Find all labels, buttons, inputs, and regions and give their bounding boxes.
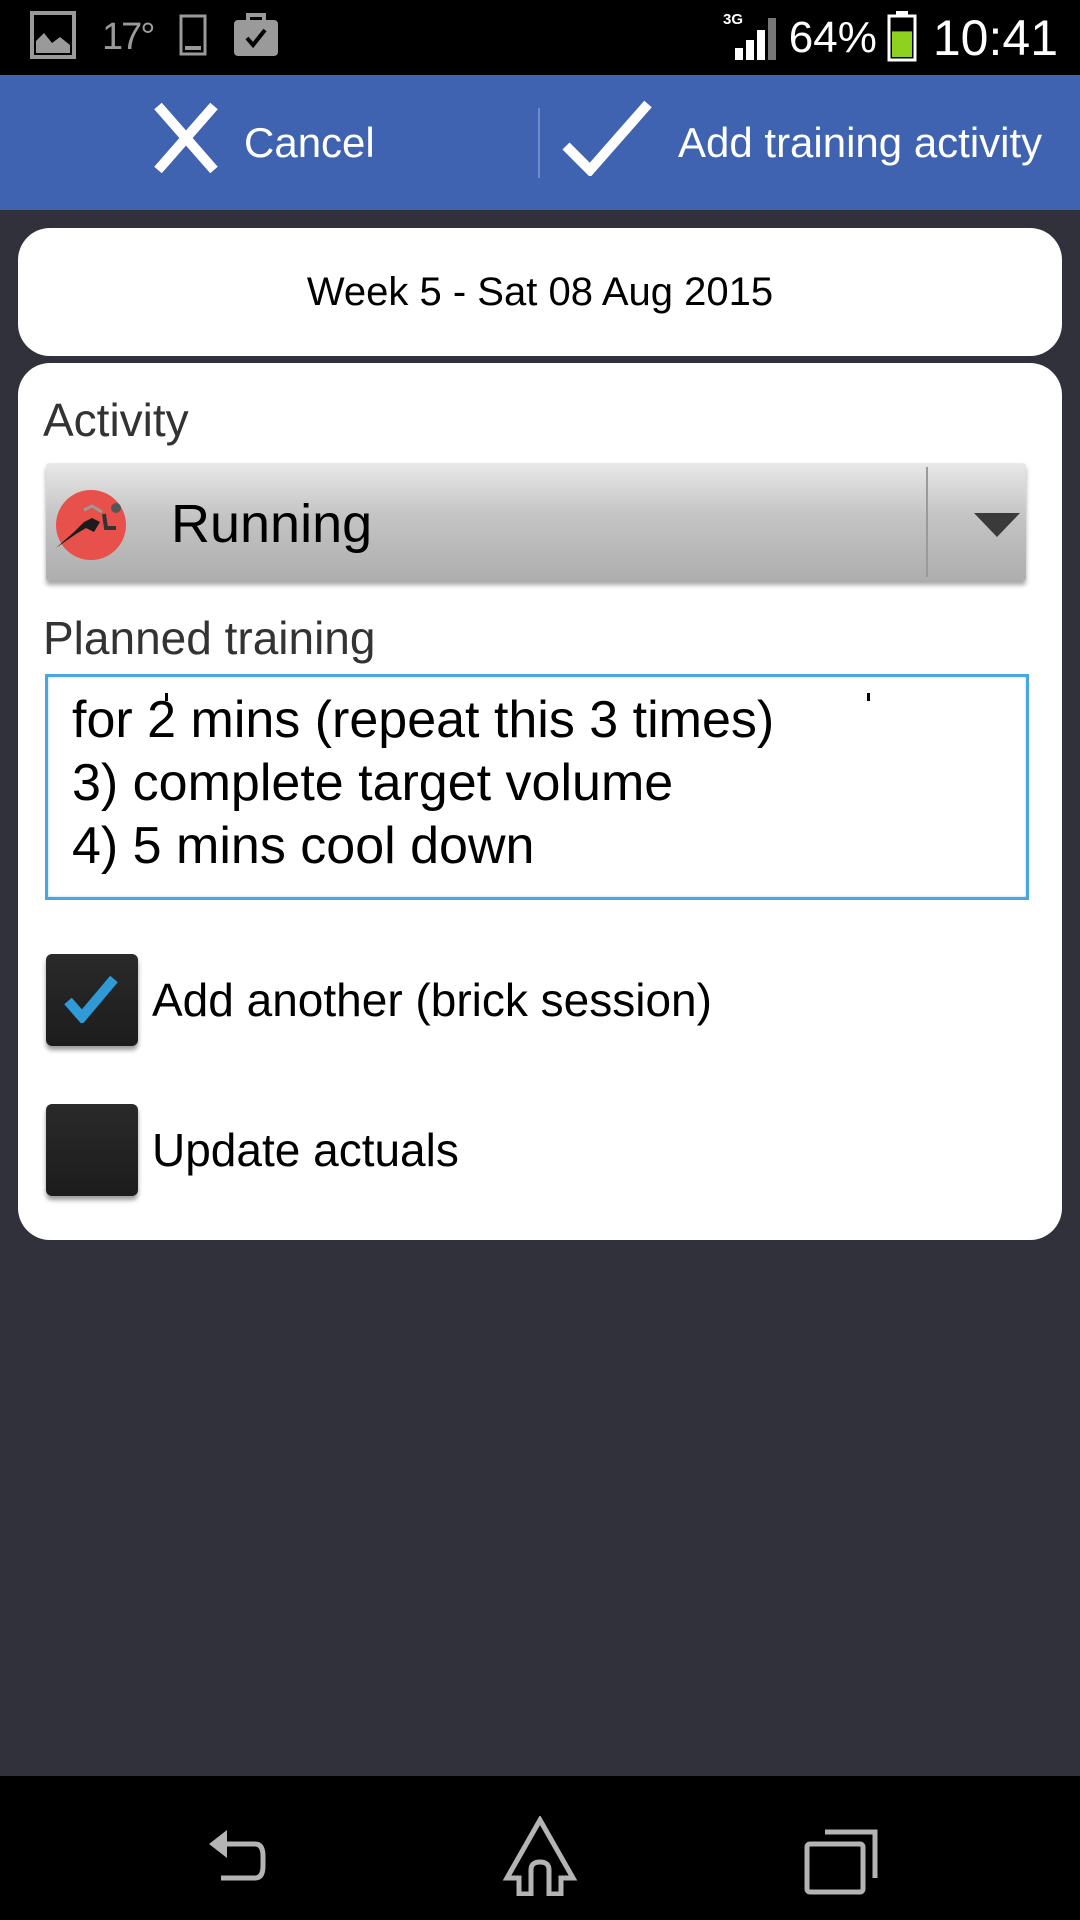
planned-training-textarea[interactable]: for 2 mins (repeat this 3 times) 3) comp… — [45, 674, 1029, 900]
add-another-label: Add another (brick session) — [152, 974, 712, 1026]
gallery-icon — [30, 10, 76, 64]
clipped-line-fragment — [867, 693, 870, 701]
add-another-checkbox[interactable] — [46, 954, 138, 1046]
activity-dropdown[interactable]: Running — [46, 463, 1026, 581]
planned-training-label: Planned training — [43, 612, 376, 664]
back-button[interactable] — [195, 1816, 285, 1896]
date-header-card: Week 5 - Sat 08 Aug 2015 — [18, 228, 1062, 356]
week-date-text: Week 5 - Sat 08 Aug 2015 — [306, 269, 774, 314]
action-bar: Cancel Add training activity — [0, 75, 1080, 210]
recent-apps-button[interactable] — [795, 1816, 885, 1896]
back-icon — [195, 1830, 285, 1900]
home-button[interactable] — [495, 1814, 585, 1897]
add-training-activity-label: Add training activity — [678, 118, 1043, 166]
status-bar: 17° 3G 64% 10:41 — [0, 0, 1080, 75]
add-another-brick-session-row[interactable]: Add another (brick session) — [46, 950, 712, 1050]
checkbox-checked-icon — [64, 973, 120, 1028]
update-actuals-row[interactable]: Update actuals — [46, 1100, 459, 1200]
system-nav-bar — [0, 1776, 1080, 1920]
signal-3g-icon: 3G — [723, 10, 779, 67]
temperature-text: 17° — [102, 15, 155, 58]
briefcase-check-icon — [233, 12, 279, 63]
update-actuals-label: Update actuals — [152, 1124, 459, 1176]
update-actuals-checkbox[interactable] — [46, 1104, 138, 1196]
activity-label: Activity — [43, 394, 189, 446]
dropdown-arrow-icon — [974, 513, 1020, 542]
add-training-activity-button[interactable]: Add training activity — [560, 75, 1042, 210]
cancel-label: Cancel — [244, 118, 375, 166]
network-type-text: 3G — [723, 11, 743, 28]
activity-selected-value: Running — [171, 494, 373, 554]
dropdown-divider — [926, 467, 928, 577]
close-icon — [150, 102, 222, 184]
clock-time: 10:41 — [932, 10, 1058, 66]
home-icon — [495, 1814, 585, 1900]
battery-icon — [887, 10, 917, 67]
action-bar-divider — [538, 108, 540, 178]
activity-form-card: Activity Running Planned training for 2 … — [18, 363, 1062, 1240]
runner-icon — [54, 488, 128, 567]
recent-apps-icon — [795, 1829, 885, 1900]
checkmark-icon — [560, 100, 656, 186]
cancel-button[interactable]: Cancel — [150, 75, 375, 210]
battery-percent-text: 64% — [788, 13, 877, 62]
planned-training-text: for 2 mins (repeat this 3 times) 3) comp… — [72, 691, 775, 875]
phone-icon — [179, 14, 207, 61]
